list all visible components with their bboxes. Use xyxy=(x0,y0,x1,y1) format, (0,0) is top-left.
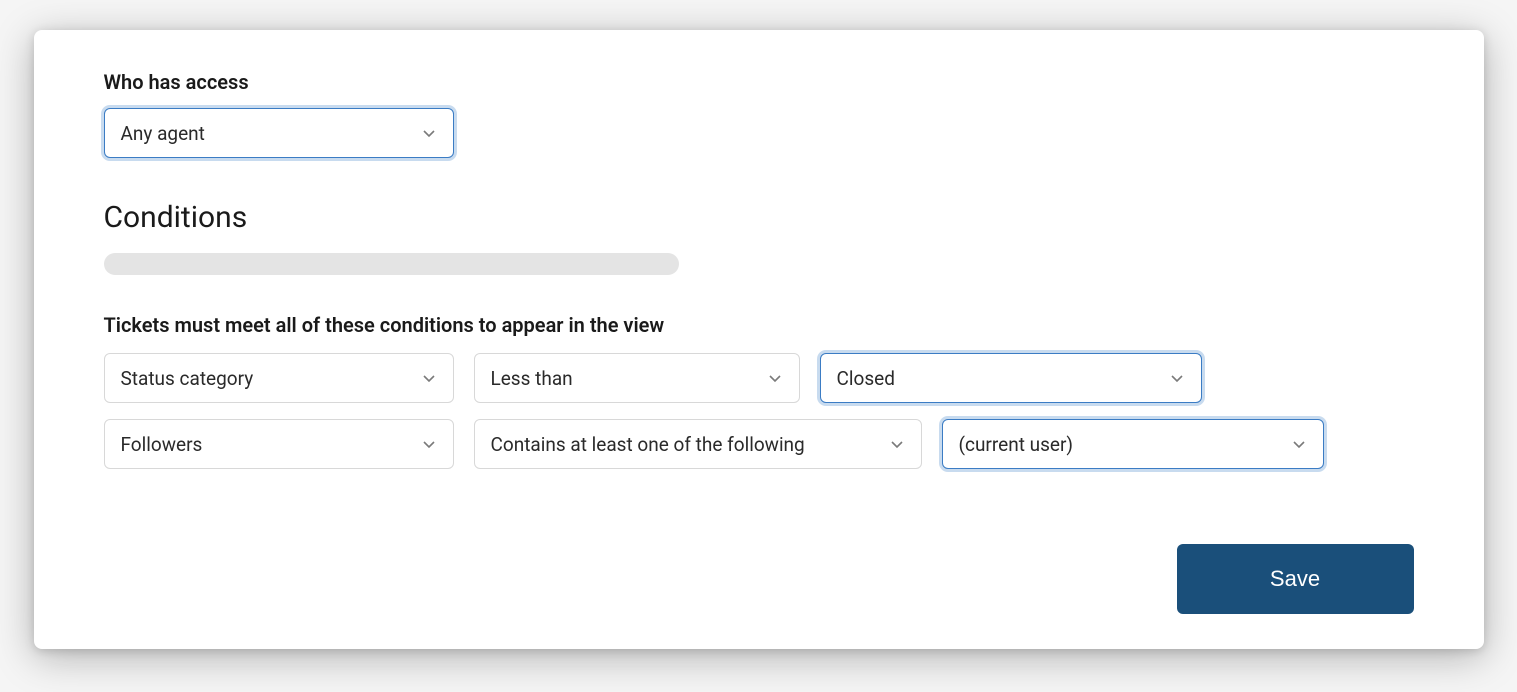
condition-operator-value: Less than xyxy=(491,367,573,390)
condition-value-text: (current user) xyxy=(959,433,1074,456)
condition-field-value: Followers xyxy=(121,433,203,456)
chevron-down-icon xyxy=(421,125,437,141)
chevron-down-icon xyxy=(1291,436,1307,452)
chevron-down-icon xyxy=(767,370,783,386)
save-button[interactable]: Save xyxy=(1177,544,1414,614)
actions-bar: Save xyxy=(104,544,1414,614)
settings-card: Who has access Any agent Conditions Tick… xyxy=(34,30,1484,649)
condition-value-select[interactable]: Closed xyxy=(820,353,1202,403)
condition-operator-select[interactable]: Less than xyxy=(474,353,800,403)
condition-field-value: Status category xyxy=(121,367,254,390)
chevron-down-icon xyxy=(421,436,437,452)
condition-field-select[interactable]: Followers xyxy=(104,419,454,469)
placeholder-bar xyxy=(104,253,679,275)
access-label: Who has access xyxy=(104,70,1414,94)
conditions-title: Conditions xyxy=(104,200,1414,235)
condition-value-select[interactable]: (current user) xyxy=(942,419,1324,469)
chevron-down-icon xyxy=(421,370,437,386)
condition-value-text: Closed xyxy=(837,367,895,390)
condition-field-select[interactable]: Status category xyxy=(104,353,454,403)
access-select-value: Any agent xyxy=(121,122,205,145)
access-select[interactable]: Any agent xyxy=(104,108,454,158)
condition-operator-value: Contains at least one of the following xyxy=(491,433,805,456)
condition-row: Status category Less than Closed xyxy=(104,353,1414,403)
condition-row: Followers Contains at least one of the f… xyxy=(104,419,1414,469)
chevron-down-icon xyxy=(889,436,905,452)
conditions-description: Tickets must meet all of these condition… xyxy=(104,313,1414,337)
chevron-down-icon xyxy=(1169,370,1185,386)
condition-operator-select[interactable]: Contains at least one of the following xyxy=(474,419,922,469)
access-section: Who has access Any agent xyxy=(104,70,1414,158)
